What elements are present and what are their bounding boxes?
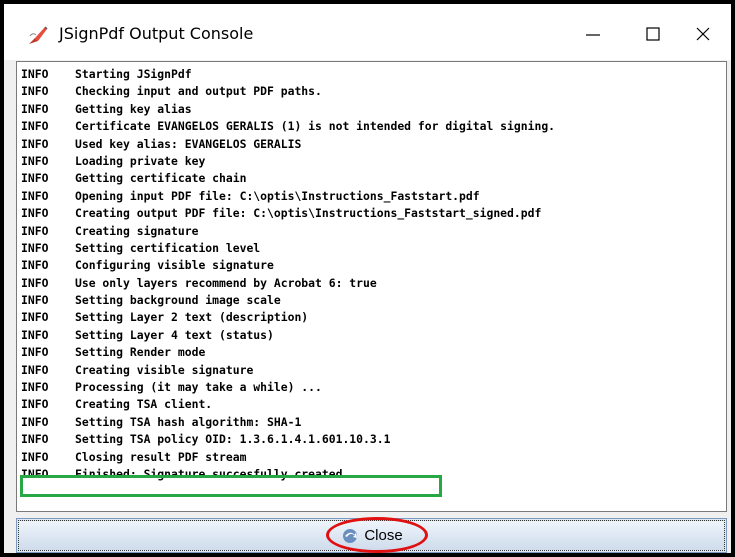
console-lines: INFO Starting JSignPdf INFO Checking input … <box>21 66 555 483</box>
log-message: Creating visible signature <box>75 362 254 377</box>
log-level: INFO <box>21 136 49 151</box>
window-title: JSignPdf Output Console <box>59 24 254 43</box>
log-message: Configuring visible signature <box>75 258 274 273</box>
console-line: INFO Configuring visible signature <box>21 257 555 274</box>
log-level: INFO <box>21 362 49 377</box>
close-button-label: Close <box>364 527 403 544</box>
log-message: Creating signature <box>75 223 199 238</box>
console-line: INFO Certificate EVANGELOS GERALIS (1) is… <box>21 118 555 135</box>
log-level: INFO <box>21 206 49 221</box>
minimize-button[interactable] <box>569 16 617 52</box>
console-line: INFO Opening input PDF file: C:\optis\Ins… <box>21 188 555 205</box>
output-console-window: JSignPdf Output Console INFO Starting JSi… <box>4 4 731 553</box>
maximize-icon <box>646 27 660 41</box>
console-line: INFO Setting Render mode <box>21 344 555 361</box>
title-bar[interactable]: JSignPdf Output Console <box>4 4 731 60</box>
pen-signature-icon <box>29 26 48 44</box>
log-level: INFO <box>21 380 49 395</box>
console-line: INFO Creating TSA client. <box>21 396 555 413</box>
console-line: INFO Creating signature <box>21 223 555 240</box>
log-level: INFO <box>21 240 49 255</box>
window-close-button[interactable] <box>679 16 727 52</box>
close-arrow-icon <box>343 528 358 543</box>
log-message: Closing result PDF stream <box>75 449 247 464</box>
log-message: Getting certificate chain <box>75 171 247 186</box>
log-level: INFO <box>21 293 49 308</box>
log-level: INFO <box>21 171 49 186</box>
log-level: INFO <box>21 449 49 464</box>
log-message: Creating TSA client. <box>75 397 213 412</box>
log-level: INFO <box>21 310 49 325</box>
log-level: INFO <box>21 101 49 116</box>
console-line: INFO Processing (it may take a while) ... <box>21 379 555 396</box>
console-line: INFO Closing result PDF stream <box>21 449 555 466</box>
console-line: INFO Creating visible signature <box>21 362 555 379</box>
console-line: INFO Used key alias: EVANGELOS GERALIS <box>21 136 555 153</box>
close-button[interactable]: Close <box>18 517 725 553</box>
console-line: INFO Checking input and output PDF paths. <box>21 83 555 100</box>
console-line: INFO Setting TSA policy OID: 1.3.6.1.4.1.… <box>21 431 555 448</box>
console-line: INFO Setting Layer 4 text (status) <box>21 327 555 344</box>
log-message: Setting TSA hash algorithm: SHA-1 <box>75 414 302 429</box>
log-level: INFO <box>21 223 49 238</box>
log-level: INFO <box>21 153 49 168</box>
log-message: Starting JSignPdf <box>75 67 192 81</box>
log-message: Use only layers recommend by Acrobat 6: … <box>75 275 377 290</box>
log-message: Getting key alias <box>75 101 192 116</box>
log-message: Certificate EVANGELOS GERALIS (1) is not… <box>75 119 556 134</box>
console-line: INFO Loading private key <box>21 153 555 170</box>
log-level: INFO <box>21 397 49 412</box>
log-message: Setting background image scale <box>75 293 281 308</box>
close-icon <box>696 27 710 41</box>
console-line: INFO Creating output PDF file: C:\optis\I… <box>21 205 555 222</box>
log-message: Setting certification level <box>75 240 261 255</box>
log-level: INFO <box>21 119 49 134</box>
log-level: INFO <box>21 466 49 481</box>
console-line: INFO Getting key alias <box>21 101 555 118</box>
log-level: INFO <box>21 258 49 273</box>
log-message: Loading private key <box>75 153 206 168</box>
console-line: INFO Finished: Signature succesfully crea… <box>21 466 555 483</box>
log-message: Checking input and output PDF paths. <box>75 84 322 99</box>
log-level: INFO <box>21 345 49 360</box>
button-bar: Close <box>16 517 727 553</box>
log-level: INFO <box>21 327 49 342</box>
log-message: Creating output PDF file: C:\optis\Instr… <box>75 206 542 221</box>
console-line: INFO Setting background image scale <box>21 292 555 309</box>
log-level: INFO <box>21 414 49 429</box>
log-message: Setting Layer 4 text (status) <box>75 327 274 342</box>
log-message: Setting TSA policy OID: 1.3.6.1.4.1.601.… <box>75 432 391 447</box>
log-message: Setting Layer 2 text (description) <box>75 310 309 325</box>
log-level: INFO <box>21 275 49 290</box>
log-level: INFO <box>21 84 49 99</box>
console-line: INFO Setting TSA hash algorithm: SHA-1 <box>21 414 555 431</box>
console-line: INFO Use only layers recommend by Acrobat… <box>21 275 555 292</box>
console-output[interactable]: INFO Starting JSignPdf INFO Checking input … <box>16 61 727 512</box>
console-line: INFO Starting JSignPdf <box>21 66 555 83</box>
log-level: INFO <box>21 67 49 81</box>
log-level: INFO <box>21 432 49 447</box>
log-message: Opening input PDF file: C:\optis\Instruc… <box>75 188 480 203</box>
console-line: INFO Setting Layer 2 text (description) <box>21 309 555 326</box>
minimize-icon <box>586 34 600 36</box>
log-message: Setting Render mode <box>75 345 206 360</box>
log-message: Processing (it may take a while) ... <box>75 380 322 395</box>
console-line: INFO Getting certificate chain <box>21 170 555 187</box>
console-line: INFO Setting certification level <box>21 240 555 257</box>
log-message: Used key alias: EVANGELOS GERALIS <box>75 136 302 151</box>
log-message: Finished: Signature succesfully created. <box>75 466 350 481</box>
maximize-button[interactable] <box>629 16 677 52</box>
log-level: INFO <box>21 188 49 203</box>
